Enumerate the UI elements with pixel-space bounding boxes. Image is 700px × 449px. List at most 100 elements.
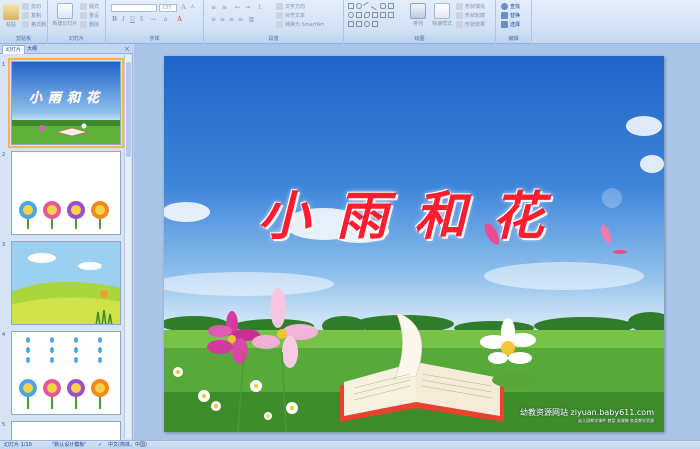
shape-effects-button[interactable]: 形状效果 (456, 21, 485, 28)
effects-icon (456, 21, 463, 28)
select-button[interactable]: 选择 (501, 21, 520, 28)
new-slide-button[interactable]: 新建幻灯片 (53, 3, 78, 27)
close-icon[interactable]: × (124, 45, 130, 53)
editing-group-label: 编辑 (496, 35, 531, 43)
clipboard-group-label: 剪贴板 (0, 35, 47, 43)
shadow-button[interactable]: S (138, 16, 145, 23)
drawing-group-label: 绘图 (344, 35, 495, 43)
slide-thumbnail-4[interactable] (11, 331, 121, 415)
bullets-button[interactable]: ≡ (210, 4, 217, 11)
tab-outline[interactable]: 大纲 (24, 45, 40, 54)
tab-slides[interactable]: 幻灯片 (2, 45, 26, 54)
slide-editing-area: 小雨和花 幼教资源网站 ziyuan.baby611.com 幼儿园教学课件 教… (134, 44, 700, 440)
slide-title[interactable]: 小雨和花 (164, 174, 664, 249)
font-size-combo[interactable]: 130 (159, 4, 177, 12)
leaf-shape-icon[interactable] (364, 12, 370, 18)
slide-3-preview-image (12, 242, 120, 324)
decrease-indent-button[interactable]: ⇤ (234, 4, 241, 11)
shape-fill-button[interactable]: 形状填充 (456, 3, 485, 10)
theme-status: "默认设计模板" (52, 442, 87, 448)
slide-thumbnail-2[interactable] (11, 151, 121, 235)
smartart-icon (276, 21, 283, 28)
slide-thumbnail-3[interactable] (11, 241, 121, 325)
slide-1-preview-image: 小雨和花 (12, 62, 120, 144)
format-painter-button[interactable]: 格式刷 (22, 21, 46, 28)
callout-shape-icon[interactable] (388, 12, 394, 18)
font-color-button[interactable]: A (176, 16, 183, 23)
slides-group: 新建幻灯片 版式 重设 删除 幻灯片 (48, 0, 106, 44)
slide-number: 3 (2, 242, 6, 248)
slide-thumbnail-1[interactable]: 小雨和花 (8, 58, 124, 148)
slide-number: 2 (2, 152, 6, 158)
slide-4-preview-image (12, 332, 120, 414)
arrange-button[interactable]: 排列 (410, 3, 426, 27)
char-spacing-button[interactable]: ↔ (150, 16, 157, 23)
bold-button[interactable]: B (111, 16, 118, 23)
shape-outline-button[interactable]: 形状轮廓 (456, 12, 485, 19)
bracket-shape-icon[interactable] (372, 21, 378, 27)
paste-button[interactable]: 粘贴 (3, 4, 19, 28)
reset-button[interactable]: 重设 (80, 12, 99, 19)
layout-icon (80, 3, 87, 10)
panel-scrollbar[interactable] (124, 55, 131, 438)
svg-text:小雨和花: 小雨和花 (29, 90, 105, 106)
line-spacing-button[interactable]: ↕ (256, 4, 263, 11)
copy-icon (22, 12, 29, 19)
rectangle-shape-icon[interactable] (348, 3, 354, 9)
brace-shape-icon[interactable] (372, 12, 378, 18)
smiley-shape-icon[interactable] (364, 21, 370, 27)
grow-font-button[interactable]: A (180, 4, 187, 11)
current-slide[interactable]: 小雨和花 幼教资源网站 ziyuan.baby611.com 幼儿园教学课件 教… (164, 56, 664, 432)
numbering-button[interactable]: ≡ (221, 4, 228, 11)
slide-thumbnail-5[interactable] (11, 421, 121, 440)
slides-panel: 幻灯片 大纲 × 1 小雨和花 2 3 4 5 (0, 44, 133, 440)
text-direction-icon (276, 3, 283, 10)
watermark: 幼教资源网站 ziyuan.baby611.com 幼儿园教学课件 教案 说课稿… (520, 407, 654, 424)
align-center-button[interactable]: ≡ (219, 16, 226, 23)
layout-button[interactable]: 版式 (80, 3, 99, 10)
flowchart-shape-icon[interactable] (356, 21, 362, 27)
justify-button[interactable]: ≡ (237, 16, 244, 23)
cut-button[interactable]: 剪切 (22, 3, 41, 10)
clipboard-group: 粘贴 剪切 复制 格式刷 剪贴板 (0, 0, 48, 44)
triangle-shape-icon[interactable] (356, 12, 362, 18)
change-case-button[interactable]: a (162, 16, 169, 23)
brush-icon (22, 21, 29, 28)
shapes-gallery[interactable] (348, 1, 406, 29)
circle-shape-icon[interactable] (348, 12, 354, 18)
scrollbar-thumb[interactable] (126, 62, 131, 157)
font-name-combo[interactable] (111, 4, 157, 12)
star-shape-icon[interactable] (380, 12, 386, 18)
align-left-button[interactable]: ≡ (210, 16, 217, 23)
increase-indent-button[interactable]: ⇥ (244, 4, 251, 11)
line-shape-icon[interactable] (362, 1, 372, 11)
convert-smartart-button[interactable]: 转换为 SmartArt (276, 21, 324, 28)
align-text-button[interactable]: 对齐文本 (276, 12, 305, 19)
rounded-rect-shape-icon[interactable] (380, 3, 386, 9)
paragraph-group: ≡ ≡ ⇤ ⇥ ↕ ≡ ≡ ≡ ≡ ▥ 文字方向 对齐文本 转换为 SmartA… (204, 0, 344, 44)
binoculars-icon (501, 3, 508, 10)
paint-bucket-icon (456, 3, 463, 10)
reset-icon (80, 12, 87, 19)
find-button[interactable]: 查找 (501, 3, 520, 10)
font-group-label: 字体 (106, 35, 203, 43)
copy-button[interactable]: 复制 (22, 12, 41, 19)
arrange-icon (410, 3, 426, 19)
text-box-shape-icon[interactable] (388, 3, 394, 9)
cursor-icon (501, 21, 508, 28)
oval-shape-icon[interactable] (356, 3, 362, 9)
text-direction-button[interactable]: 文字方向 (276, 3, 305, 10)
align-right-button[interactable]: ≡ (228, 16, 235, 23)
delete-slide-button[interactable]: 删除 (80, 21, 99, 28)
italic-button[interactable]: I (120, 16, 127, 23)
slide-number: 5 (2, 422, 6, 428)
arrow-shape-icon[interactable] (370, 1, 380, 11)
block-arrow-shape-icon[interactable] (348, 21, 354, 27)
status-bar: 幻灯片 1/10 "默认设计模板" ✓ 中文(简体，中国) (0, 440, 700, 449)
underline-button[interactable]: U (129, 16, 136, 23)
shrink-font-button[interactable]: A (189, 4, 196, 11)
replace-button[interactable]: 替换 (501, 12, 520, 19)
check-icon: ✓ (98, 442, 103, 448)
quick-styles-button[interactable]: 快速样式 (432, 3, 452, 27)
columns-button[interactable]: ▥ (248, 16, 255, 23)
